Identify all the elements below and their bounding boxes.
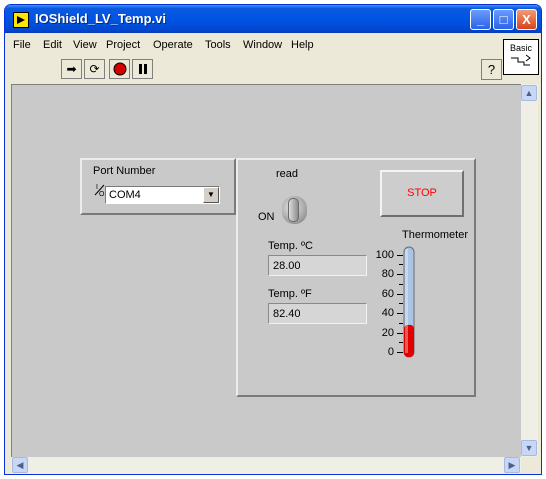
run-continuously-icon[interactable]: ⟳ bbox=[84, 59, 105, 79]
menu-operate[interactable]: Operate bbox=[153, 39, 193, 51]
temp-c-label: Temp. ºC bbox=[268, 240, 313, 252]
scrollbar-corner bbox=[521, 457, 538, 474]
read-switch-label: read bbox=[276, 168, 299, 180]
run-icon[interactable]: ➡ bbox=[61, 59, 82, 79]
thermometer-label: Thermometer bbox=[402, 229, 469, 241]
thermometer-indicator bbox=[403, 246, 415, 358]
stop-button[interactable]: STOP bbox=[380, 170, 464, 217]
temp-c-indicator: 28.00 bbox=[268, 255, 367, 276]
menu-file[interactable]: File bbox=[13, 39, 31, 51]
palette-icon[interactable]: Basic bbox=[503, 39, 539, 75]
minimize-button[interactable]: _ bbox=[470, 9, 491, 30]
svg-text:I: I bbox=[96, 184, 98, 191]
menu-window[interactable]: Window bbox=[243, 39, 282, 51]
temp-f-indicator: 82.40 bbox=[268, 303, 367, 324]
thermometer-tick-40: 40 bbox=[381, 307, 394, 319]
title-bar[interactable]: IOShield_LV_Temp.vi _ □ X bbox=[5, 5, 541, 33]
toolbar: ➡ ⟳ bbox=[5, 57, 541, 83]
menu-view[interactable]: View bbox=[73, 39, 97, 51]
thermometer-tick-0: 0 bbox=[387, 346, 394, 358]
labview-vi-icon bbox=[13, 12, 29, 28]
thermometer-tick-60: 60 bbox=[381, 288, 394, 300]
thermometer-tick-100: 100 bbox=[375, 249, 394, 261]
scroll-up-button[interactable]: ▲ bbox=[521, 85, 537, 101]
pause-icon[interactable] bbox=[132, 59, 153, 79]
menu-tools[interactable]: Tools bbox=[205, 39, 231, 51]
scroll-down-button[interactable]: ▼ bbox=[521, 440, 537, 456]
switch-state-label: ON bbox=[258, 211, 275, 223]
close-button[interactable]: X bbox=[516, 9, 537, 30]
menu-edit[interactable]: Edit bbox=[43, 39, 62, 51]
palette-label: Basic bbox=[509, 43, 532, 53]
thermometer-tick-20: 20 bbox=[381, 327, 394, 339]
horizontal-scrollbar[interactable]: ◀ ▶ bbox=[11, 457, 521, 474]
port-dropdown-arrow-icon[interactable]: ▼ bbox=[203, 187, 219, 203]
menu-project[interactable]: Project bbox=[106, 39, 140, 51]
menu-help[interactable]: Help bbox=[291, 39, 314, 51]
toggle-lever[interactable] bbox=[288, 198, 299, 222]
context-help-button[interactable]: ? bbox=[481, 59, 502, 80]
window-title: IOShield_LV_Temp.vi bbox=[35, 11, 166, 26]
abort-icon[interactable] bbox=[109, 59, 130, 79]
thermometer-tick-80: 80 bbox=[381, 268, 394, 280]
port-number-label: Port Number bbox=[93, 165, 156, 177]
scroll-right-button[interactable]: ▶ bbox=[504, 457, 520, 473]
vertical-scrollbar[interactable]: ▲ ▼ bbox=[521, 84, 538, 457]
maximize-button[interactable]: □ bbox=[493, 9, 514, 30]
temp-f-label: Temp. ºF bbox=[268, 288, 312, 300]
scroll-left-button[interactable]: ◀ bbox=[12, 457, 28, 473]
menu-bar: File Edit View Project Operate Tools Win… bbox=[5, 35, 541, 55]
